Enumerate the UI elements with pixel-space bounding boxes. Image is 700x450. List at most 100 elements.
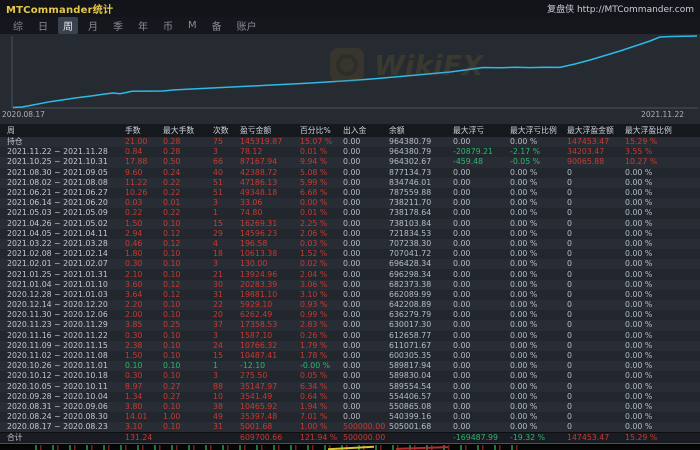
table-row[interactable]: 2021.02.08 ~ 2021.02.141.800.101810613.3… <box>0 249 700 259</box>
table-row[interactable]: 2021.06.21 ~ 2021.06.2710.260.225149348.… <box>0 188 700 198</box>
cell: 0.00 <box>340 178 386 188</box>
cell: 87167.94 <box>237 157 297 167</box>
menu-item-账户[interactable]: 账户 <box>232 17 262 34</box>
cell: 0.00 % <box>297 198 340 208</box>
column-header[interactable]: 手数 <box>122 126 160 136</box>
cell: 834746.01 <box>386 178 450 188</box>
table-row[interactable]: 2020.11.09 ~ 2020.11.152.380.102410766.3… <box>0 341 700 351</box>
menu-item-月[interactable]: 月 <box>83 17 103 34</box>
cell: 0.00 % <box>622 219 700 229</box>
title-bar: MTCommander统计 复盘侠 http://MTCommander.com <box>0 0 700 17</box>
table-row[interactable]: 2020.10.05 ~ 2020.10.118.970.278835147.9… <box>0 382 700 392</box>
menu-item-币[interactable]: 币 <box>158 17 178 34</box>
table-row[interactable]: 2021.01.25 ~ 2021.01.312.100.102113924.9… <box>0 269 700 279</box>
menu-item-日[interactable]: 日 <box>33 17 53 34</box>
cell: 88 <box>210 382 237 392</box>
table-body: 持仓21.000.2875145319.8715.07 %0.00964380.… <box>0 137 700 443</box>
menu-item-综[interactable]: 综 <box>8 17 28 34</box>
cell: 19881.10 <box>237 290 297 300</box>
cell: 0.00 <box>340 310 386 320</box>
table-row[interactable]: 2021.04.26 ~ 2021.05.021.500.101516269.3… <box>0 219 700 229</box>
table-row[interactable]: 2020.11.23 ~ 2020.11.293.850.253717358.5… <box>0 320 700 330</box>
table-row[interactable]: 2021.04.05 ~ 2021.04.112.940.122914596.2… <box>0 229 700 239</box>
cell: 0 <box>564 198 622 208</box>
menu-item-M[interactable]: M <box>183 19 202 32</box>
cell: 0.00 <box>340 320 386 330</box>
cell: 49348.18 <box>237 188 297 198</box>
cell: 0.00 <box>450 168 507 178</box>
table-row[interactable]: 2020.11.16 ~ 2020.11.220.300.1031587.100… <box>0 331 700 341</box>
column-header[interactable]: 最大浮亏比例 <box>507 126 564 136</box>
cell: 145319.87 <box>237 137 297 147</box>
table-row[interactable]: 2020.08.24 ~ 2020.08.3014.011.004935397.… <box>0 412 700 422</box>
table-row[interactable]: 2021.10.25 ~ 2021.10.3117.880.506687167.… <box>0 157 700 167</box>
menu-item-备[interactable]: 备 <box>207 17 227 34</box>
cell: 3 <box>210 371 237 381</box>
table-row[interactable]: 2020.12.14 ~ 2020.12.202.200.10225929.10… <box>0 300 700 310</box>
column-header[interactable]: 最大浮盈比例 <box>622 126 700 136</box>
cell: 0.00 <box>340 188 386 198</box>
row-label: 2021.06.14 ~ 2021.06.20 <box>0 198 122 208</box>
menu-item-季[interactable]: 季 <box>108 17 128 34</box>
row-label: 2020.10.26 ~ 2020.11.01 <box>0 361 122 371</box>
table-row[interactable]: 2021.06.14 ~ 2021.06.200.030.01333.060.0… <box>0 198 700 208</box>
table-header: 周手数最大手数次数盈亏金额百分比%出入金余额最大浮亏最大浮亏比例最大浮盈金额最大… <box>0 124 700 137</box>
table-row[interactable]: 2021.08.30 ~ 2021.09.059.600.244042388.7… <box>0 168 700 178</box>
cell: 29 <box>210 229 237 239</box>
menu-item-周[interactable]: 周 <box>58 17 78 34</box>
table-row[interactable]: 2021.08.02 ~ 2021.08.0811.220.225147186.… <box>0 178 700 188</box>
cell: 0.00 % <box>507 341 564 351</box>
row-label: 持仓 <box>0 137 122 147</box>
cell: 42388.72 <box>237 168 297 178</box>
table-row[interactable]: 2020.10.26 ~ 2020.11.010.100.101-12.10-0… <box>0 361 700 371</box>
cell: 0.22 <box>122 208 160 218</box>
cell: 17.88 <box>122 157 160 167</box>
cell: 0.30 <box>122 371 160 381</box>
column-header[interactable]: 盈亏金额 <box>237 126 297 136</box>
table-row[interactable]: 2020.09.28 ~ 2020.10.041.340.27103541.49… <box>0 392 700 402</box>
column-header[interactable]: 最大浮盈金额 <box>564 126 622 136</box>
column-header[interactable]: 次数 <box>210 126 237 136</box>
table-row[interactable]: 2021.11.22 ~ 2021.11.280.840.28378.120.0… <box>0 147 700 157</box>
cell: 0.30 <box>122 331 160 341</box>
cell: 787559.88 <box>386 188 450 198</box>
table-row-total[interactable]: 合计131.24609700.66121.94 %500000.00-16948… <box>0 432 700 443</box>
table-row[interactable]: 2021.05.03 ~ 2021.05.090.220.22174.800.0… <box>0 208 700 218</box>
cell: 0 <box>564 290 622 300</box>
cell: 0.00 <box>340 371 386 381</box>
table-row[interactable]: 2020.11.02 ~ 2020.11.081.500.101510487.4… <box>0 351 700 361</box>
table-row[interactable]: 2020.10.12 ~ 2020.10.180.300.103275.500.… <box>0 371 700 381</box>
table-row[interactable]: 2021.01.04 ~ 2021.01.103.600.123020283.3… <box>0 280 700 290</box>
cell: 1.94 % <box>297 402 340 412</box>
column-header[interactable]: 出入金 <box>340 126 386 136</box>
cell: -12.10 <box>237 361 297 371</box>
background-window-sliver <box>0 445 700 450</box>
table-row[interactable]: 2020.12.28 ~ 2021.01.033.640.123119881.1… <box>0 290 700 300</box>
row-label: 2020.08.31 ~ 2020.09.06 <box>0 402 122 412</box>
column-header[interactable]: 余额 <box>386 126 450 136</box>
table-row[interactable]: 2020.11.30 ~ 2020.12.062.000.10206262.49… <box>0 310 700 320</box>
table-row[interactable]: 2021.03.22 ~ 2021.03.280.460.124196.580.… <box>0 239 700 249</box>
cell: 3 <box>210 331 237 341</box>
cell: 0 <box>564 219 622 229</box>
table-row[interactable]: 持仓21.000.2875145319.8715.07 %0.00964380.… <box>0 137 700 147</box>
column-header[interactable]: 周 <box>0 126 122 136</box>
menu-item-年[interactable]: 年 <box>133 17 153 34</box>
table-row[interactable]: 2020.08.31 ~ 2020.09.063.800.103810465.9… <box>0 402 700 412</box>
cell: 738178.64 <box>386 208 450 218</box>
cell: 0.00 <box>450 371 507 381</box>
table-row[interactable]: 2021.02.01 ~ 2021.02.070.300.103130.000.… <box>0 259 700 269</box>
row-label: 2021.04.05 ~ 2021.04.11 <box>0 229 122 239</box>
column-header[interactable]: 百分比% <box>297 126 340 136</box>
cell: 2.94 <box>122 229 160 239</box>
column-header[interactable]: 最大手数 <box>160 126 210 136</box>
cell: 0.00 % <box>507 382 564 392</box>
cell: 0.00 % <box>622 198 700 208</box>
table-row[interactable]: 2020.08.17 ~ 2020.08.233.100.10315001.68… <box>0 422 700 432</box>
cell: 0 <box>564 371 622 381</box>
cell: 0.00 % <box>622 300 700 310</box>
cell: 8.97 <box>122 382 160 392</box>
cell: 0.00 % <box>622 361 700 371</box>
column-header[interactable]: 最大浮亏 <box>450 126 507 136</box>
cell: 0.00 % <box>507 290 564 300</box>
